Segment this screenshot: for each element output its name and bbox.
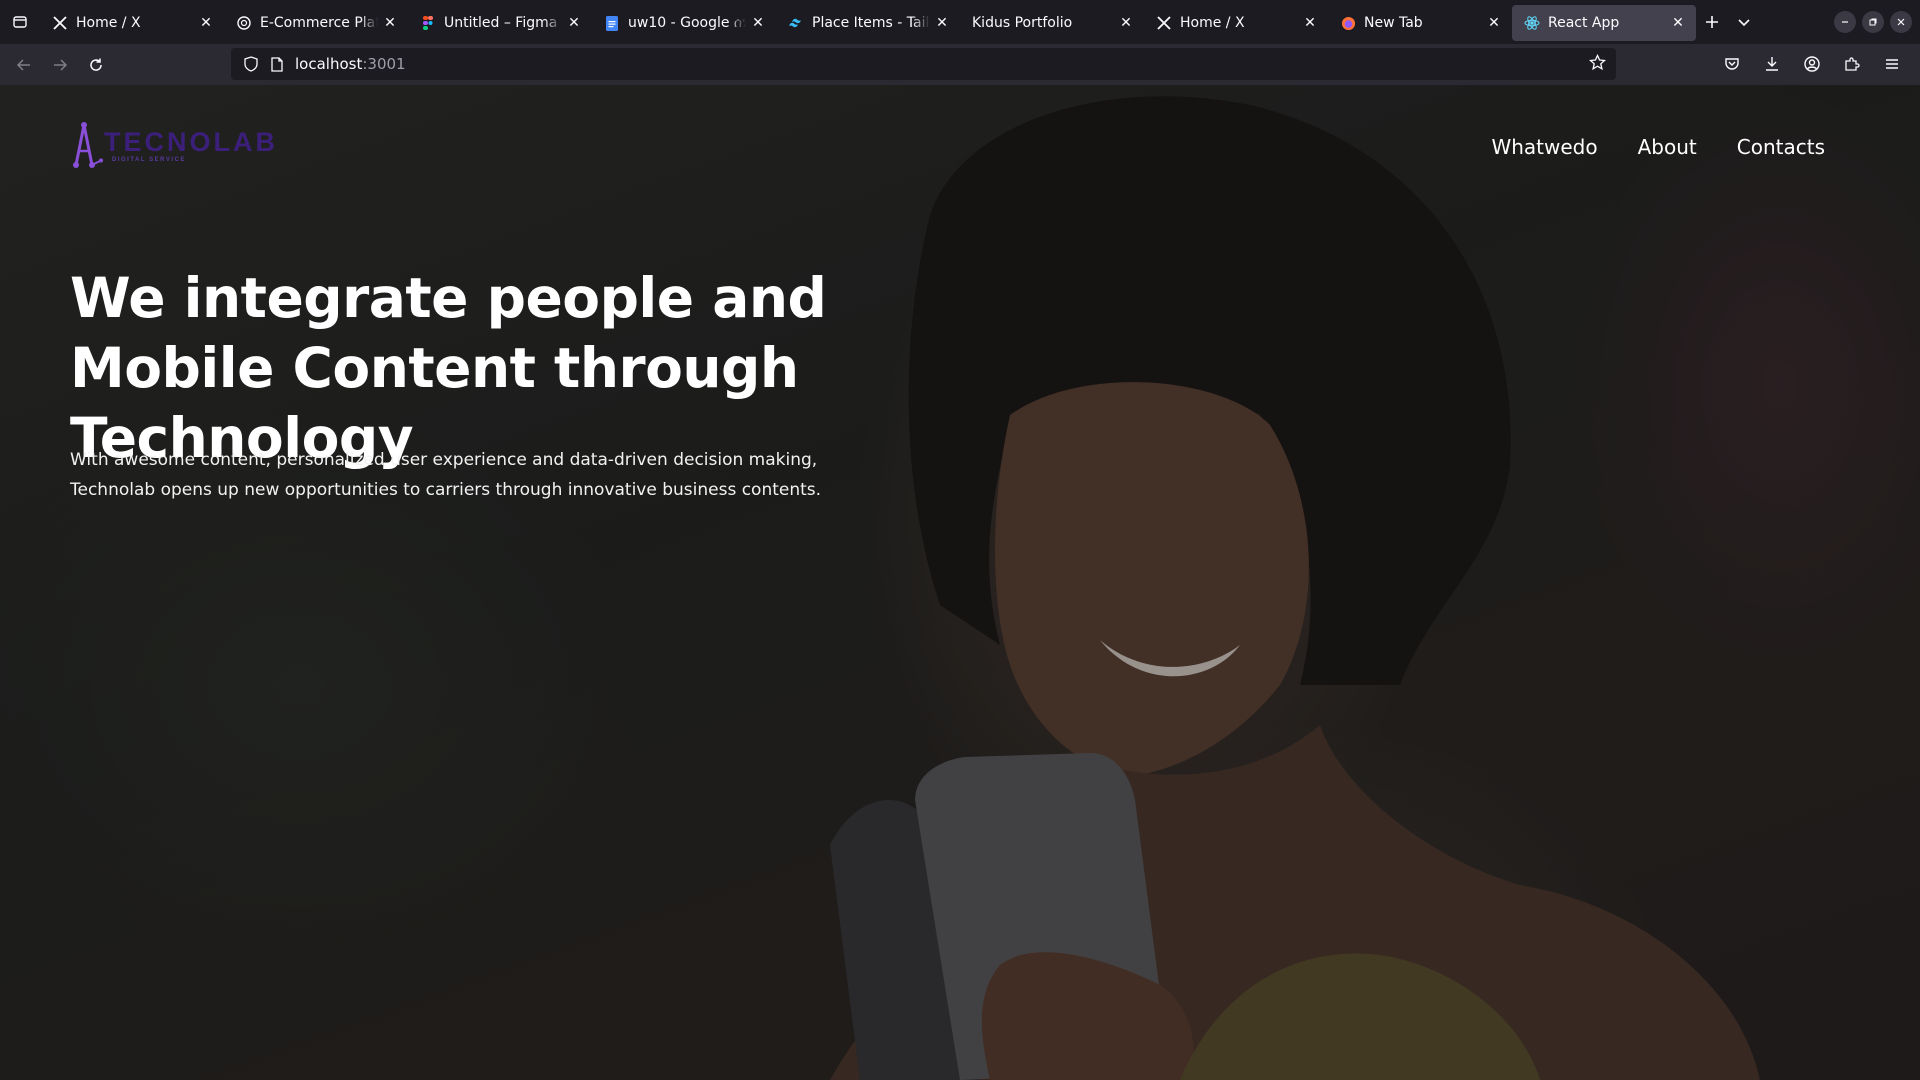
close-icon[interactable]: ✕ xyxy=(566,15,582,31)
site-nav: Whatwedo About Contacts xyxy=(1491,135,1825,159)
logo-tagline: DIGITAL SERVICE xyxy=(112,157,186,163)
x-logo-icon xyxy=(1156,15,1172,31)
close-icon[interactable]: ✕ xyxy=(382,15,398,31)
download-icon xyxy=(1766,57,1778,71)
tab-list: Home / X ✕ E-Commerce Platform ✕ Untitle… xyxy=(40,0,1696,44)
tab-title: Home / X xyxy=(76,15,141,31)
tab-home-x-1[interactable]: Home / X ✕ xyxy=(40,5,224,41)
reload-icon xyxy=(90,58,102,71)
bookmark-star-icon[interactable] xyxy=(1588,53,1607,75)
tab-ecommerce[interactable]: E-Commerce Platform ✕ xyxy=(224,5,408,41)
tab-title: Untitled – Figma xyxy=(444,15,558,31)
pocket-button[interactable] xyxy=(1714,48,1750,80)
tab-title: React App xyxy=(1548,15,1620,31)
tab-title: E-Commerce Platform xyxy=(260,15,378,31)
logo-wordmark: TECNOLAB xyxy=(104,127,278,157)
tab-figma[interactable]: Untitled – Figma ✕ xyxy=(408,5,592,41)
site-header: TECNOLAB DIGITAL SERVICE Whatwedo About … xyxy=(0,85,1920,205)
restore-icon xyxy=(1869,18,1877,26)
forward-button[interactable] xyxy=(42,49,78,81)
toolbar-buttons xyxy=(1714,48,1910,80)
browser-nav-bar: localhost:3001 xyxy=(0,44,1920,85)
menu-button[interactable] xyxy=(1874,48,1910,80)
new-tab-button[interactable] xyxy=(1696,6,1728,38)
figma-icon xyxy=(420,15,436,31)
close-icon[interactable]: ✕ xyxy=(934,15,950,31)
chatgpt-icon xyxy=(236,15,252,31)
tab-react-app[interactable]: React App ✕ xyxy=(1512,5,1696,41)
tab-title: Home / X xyxy=(1180,15,1245,31)
back-button[interactable] xyxy=(6,49,42,81)
list-all-tabs-button[interactable] xyxy=(1728,6,1760,38)
close-icon xyxy=(1897,18,1905,26)
firefox-icon xyxy=(1340,15,1356,31)
hero-title: We integrate people and Mobile Content t… xyxy=(70,266,827,470)
url-text[interactable]: localhost:3001 xyxy=(295,55,406,73)
tab-google-docs[interactable]: uw10 - Google ሰነዶች ✕ xyxy=(592,5,776,41)
tab-tailwind[interactable]: Place Items - Tailwind CSS ✕ xyxy=(776,5,960,41)
tab-kidus-portfolio[interactable]: Kidus Portfolio ✕ xyxy=(960,5,1144,41)
close-icon[interactable]: ✕ xyxy=(1302,15,1318,31)
pocket-icon xyxy=(1725,58,1739,70)
forward-arrow-icon xyxy=(54,58,68,71)
react-icon xyxy=(1524,15,1540,31)
google-docs-icon xyxy=(604,15,620,31)
close-icon[interactable]: ✕ xyxy=(1486,15,1502,31)
url-port: :3001 xyxy=(362,55,406,73)
browser-tab-strip: Home / X ✕ E-Commerce Platform ✕ Untitle… xyxy=(0,0,1920,44)
tailwind-icon xyxy=(788,15,804,31)
downloads-button[interactable] xyxy=(1754,48,1790,80)
url-bar[interactable]: localhost:3001 xyxy=(231,48,1616,80)
nav-link-whatwedo[interactable]: Whatwedo xyxy=(1491,135,1597,159)
tab-title: uw10 - Google ሰነዶች xyxy=(628,15,746,31)
restore-button[interactable] xyxy=(1862,11,1884,33)
page-icon[interactable] xyxy=(267,54,287,74)
tab-new-tab[interactable]: New Tab ✕ xyxy=(1328,5,1512,41)
account-icon xyxy=(1804,56,1820,72)
tab-overview-button[interactable] xyxy=(0,0,40,44)
tecnolab-logo[interactable]: TECNOLAB DIGITAL SERVICE xyxy=(70,121,278,169)
reload-button[interactable] xyxy=(78,49,114,81)
close-icon[interactable]: ✕ xyxy=(750,15,766,31)
extensions-button[interactable] xyxy=(1834,48,1870,80)
dark-overlay xyxy=(0,85,1920,1080)
nav-link-contacts[interactable]: Contacts xyxy=(1737,135,1825,159)
page-viewport: TECNOLAB DIGITAL SERVICE Whatwedo About … xyxy=(0,85,1920,1080)
plus-icon xyxy=(1706,16,1718,28)
shield-icon[interactable] xyxy=(241,54,261,74)
puzzle-icon xyxy=(1845,57,1860,71)
account-button[interactable] xyxy=(1794,48,1830,80)
minimize-button[interactable] xyxy=(1834,11,1856,33)
chevron-down-icon xyxy=(1738,19,1750,27)
back-arrow-icon xyxy=(16,58,30,71)
close-icon[interactable]: ✕ xyxy=(1670,15,1686,31)
url-host: localhost xyxy=(295,55,363,73)
close-icon[interactable]: ✕ xyxy=(1118,15,1134,31)
tab-title: New Tab xyxy=(1364,15,1423,31)
close-icon[interactable]: ✕ xyxy=(198,15,214,31)
nav-link-about[interactable]: About xyxy=(1638,135,1697,159)
tab-overview-icon xyxy=(13,16,27,28)
tab-title: Kidus Portfolio xyxy=(972,15,1073,31)
window-controls xyxy=(1834,0,1920,44)
tab-home-x-2[interactable]: Home / X ✕ xyxy=(1144,5,1328,41)
tab-title: Place Items - Tailwind CSS xyxy=(812,15,930,31)
close-window-button[interactable] xyxy=(1890,11,1912,33)
x-logo-icon xyxy=(52,15,68,31)
hamburger-menu-icon xyxy=(1886,59,1898,69)
minimize-icon xyxy=(1842,21,1848,23)
hero-description: With awesome content, personalized user … xyxy=(70,450,822,500)
